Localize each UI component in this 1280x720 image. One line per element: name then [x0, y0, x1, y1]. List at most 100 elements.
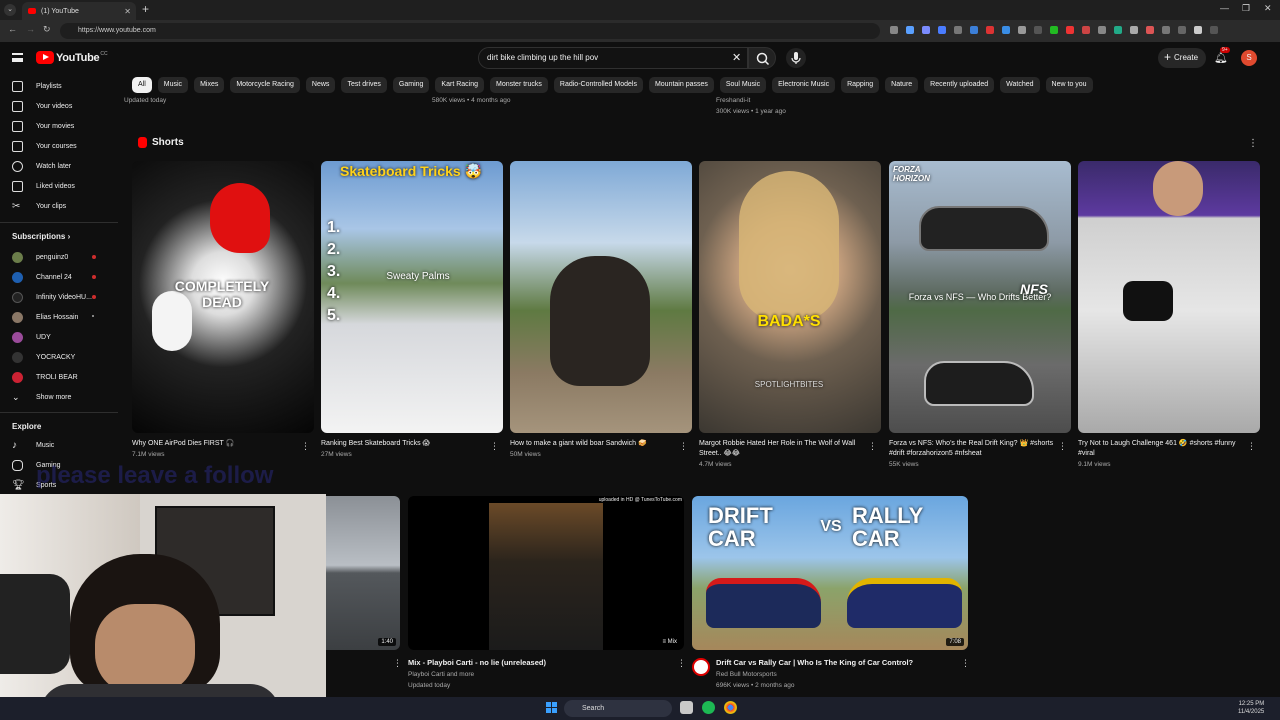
filter-chip[interactable]: Watched	[1000, 77, 1040, 93]
sidepanel-icon[interactable]	[1210, 26, 1218, 34]
channel-name[interactable]: Red Bull Motorsports	[716, 671, 777, 678]
extension-icon[interactable]	[1034, 26, 1042, 34]
video-title[interactable]: Drift Car vs Rally Car | Who Is The King…	[716, 658, 913, 667]
sidebar-item-liked-videos[interactable]: Liked videos	[12, 178, 75, 194]
short-title[interactable]: How to make a giant wild boar Sandwich 🥪	[510, 439, 675, 449]
video-thumbnail[interactable]: 1:40	[326, 496, 400, 650]
search-button[interactable]	[748, 47, 776, 69]
extension-icon[interactable]	[954, 26, 962, 34]
short-thumbnail[interactable]: COMPLETELY DEAD	[132, 161, 314, 433]
menu-icon[interactable]	[12, 53, 23, 62]
account-avatar[interactable]: S	[1241, 50, 1257, 66]
short-title[interactable]: Why ONE AirPod Dies FIRST 🎧	[132, 439, 297, 449]
extension-puzzle-icon[interactable]	[1194, 26, 1202, 34]
more-options-icon[interactable]: ⋮	[393, 658, 402, 669]
filter-chip[interactable]: Nature	[885, 77, 919, 93]
filter-chip[interactable]: Test drives	[341, 77, 387, 93]
short-thumbnail[interactable]	[510, 161, 692, 433]
more-options-icon[interactable]: ⋮	[961, 658, 970, 669]
maximize-icon[interactable]: ❐	[1242, 3, 1250, 14]
filter-chip[interactable]: Electronic Music	[772, 77, 836, 93]
extension-icon[interactable]	[890, 26, 898, 34]
sidebar-item-playlists[interactable]: Playlists	[12, 78, 62, 94]
filter-chip[interactable]: New to you	[1045, 77, 1093, 93]
reload-icon[interactable]: ↻	[43, 24, 51, 35]
more-options-icon[interactable]: ⋮	[301, 441, 310, 452]
window-close-icon[interactable]: ✕	[1264, 3, 1272, 14]
sidebar-item-your-courses[interactable]: Your courses	[12, 138, 77, 154]
filter-chip[interactable]: Gaming	[392, 77, 430, 93]
short-card[interactable]: Skateboard Tricks 🤯 1. 2. 3. 4. 5. Sweat…	[321, 161, 503, 458]
subscription-item[interactable]: penguinz0	[12, 249, 68, 265]
bookmark-star-icon[interactable]	[906, 26, 914, 34]
short-title[interactable]: Margot Robbie Hated Her Role in The Wolf…	[699, 439, 864, 459]
extension-icon[interactable]	[1018, 26, 1026, 34]
extension-icon[interactable]	[986, 26, 994, 34]
more-options-icon[interactable]: ⋮	[868, 441, 877, 452]
filter-chip[interactable]: Mountain passes	[648, 77, 714, 93]
filter-chip[interactable]: Soul Music	[719, 77, 767, 93]
clear-search-icon[interactable]: ✕	[732, 51, 741, 64]
windows-start-icon[interactable]	[546, 702, 557, 713]
more-options-icon[interactable]: ⋮	[490, 441, 499, 452]
short-card[interactable]: How to make a giant wild boar Sandwich 🥪…	[510, 161, 692, 458]
filter-chip[interactable]: Radio-Controlled Models	[553, 77, 643, 93]
extension-icon[interactable]	[1162, 26, 1170, 34]
video-thumbnail[interactable]: uploaded in HD @ TunesToTube.com ≡ Mix	[408, 496, 684, 650]
new-tab-button[interactable]: +	[142, 2, 149, 16]
show-more-button[interactable]: ⌄ Show more	[12, 389, 71, 405]
subscription-item[interactable]: Channel 24	[12, 269, 72, 285]
channel-avatar[interactable]	[692, 658, 710, 676]
browser-tab[interactable]: (1) YouTube ✕	[22, 2, 136, 20]
extension-icon[interactable]	[1082, 26, 1090, 34]
short-thumbnail[interactable]	[1078, 161, 1260, 433]
subscription-item[interactable]: Elias Hossain	[12, 309, 78, 325]
video-thumbnail[interactable]: DRIFT CAR VS RALLY CAR 7:08	[692, 496, 968, 650]
voice-search-button[interactable]	[786, 48, 806, 68]
url-input[interactable]: https://www.youtube.com	[60, 23, 880, 39]
task-view-icon[interactable]	[680, 701, 693, 714]
sidebar-item-your-videos[interactable]: Your videos	[12, 98, 72, 114]
short-thumbnail[interactable]: FORZA HORIZON Forza vs NFS — Who Drifts …	[889, 161, 1071, 433]
extension-icon[interactable]	[1114, 26, 1122, 34]
short-title[interactable]: Forza vs NFS: Who's the Real Drift King?…	[889, 439, 1054, 459]
short-thumbnail[interactable]: BADA*S SPOTLIGHTBITES	[699, 161, 881, 433]
filter-chip[interactable]: News	[305, 77, 336, 93]
create-button[interactable]: Create	[1158, 47, 1206, 68]
video-card[interactable]: uploaded in HD @ TunesToTube.com ≡ Mix	[408, 496, 684, 650]
short-card[interactable]: Try Not to Laugh Challenge 461 🤣 #shorts…	[1078, 161, 1260, 468]
subscription-item[interactable]: TROLI BEAR	[12, 369, 78, 385]
filter-chip[interactable]: Music	[157, 77, 189, 93]
extension-icon[interactable]	[938, 26, 946, 34]
channel-name[interactable]: Playboi Carti and more	[408, 671, 474, 678]
system-clock[interactable]: 12:25 PM 11/4/2025	[1238, 700, 1264, 716]
short-title[interactable]: Try Not to Laugh Challenge 461 🤣 #shorts…	[1078, 439, 1243, 459]
tab-search-icon[interactable]: ⌄	[4, 4, 16, 16]
short-card[interactable]: FORZA HORIZON Forza vs NFS — Who Drifts …	[889, 161, 1071, 468]
more-options-icon[interactable]: ⋮	[1247, 441, 1256, 452]
filter-chip[interactable]: Mixes	[194, 77, 225, 93]
extension-icon[interactable]	[1146, 26, 1154, 34]
extension-icon[interactable]	[1066, 26, 1074, 34]
filter-chip[interactable]: Motorcycle Racing	[230, 77, 300, 93]
spotify-icon[interactable]	[702, 701, 715, 714]
search-input[interactable]: dirt bike climbing up the hill pov	[478, 47, 748, 69]
subscription-item[interactable]: Infinity VideoHU...	[12, 289, 92, 305]
filter-chip[interactable]: Monster trucks	[490, 77, 548, 93]
more-options-icon[interactable]: ⋮	[679, 441, 688, 452]
video-card[interactable]: DRIFT CAR VS RALLY CAR 7:08	[692, 496, 968, 650]
tab-close-icon[interactable]: ✕	[124, 7, 131, 16]
extension-icon[interactable]	[1178, 26, 1186, 34]
youtube-logo[interactable]: YouTube CC	[36, 51, 108, 64]
more-options-icon[interactable]: ⋮	[1248, 138, 1258, 149]
filter-chip[interactable]: All	[132, 77, 152, 93]
back-icon[interactable]: ←	[8, 24, 17, 34]
taskbar-search[interactable]: Search	[564, 700, 672, 717]
sidebar-item-your-movies[interactable]: Your movies	[12, 118, 74, 134]
more-options-icon[interactable]: ⋮	[677, 658, 686, 669]
channel-name[interactable]: Freshandi-it	[716, 97, 750, 104]
sidebar-item-your-clips[interactable]: ✂ Your clips	[12, 198, 66, 214]
filter-chip[interactable]: Recently uploaded	[924, 77, 995, 93]
sidebar-item-music[interactable]: ♪ Music	[12, 437, 54, 453]
extension-icon[interactable]	[1050, 26, 1058, 34]
